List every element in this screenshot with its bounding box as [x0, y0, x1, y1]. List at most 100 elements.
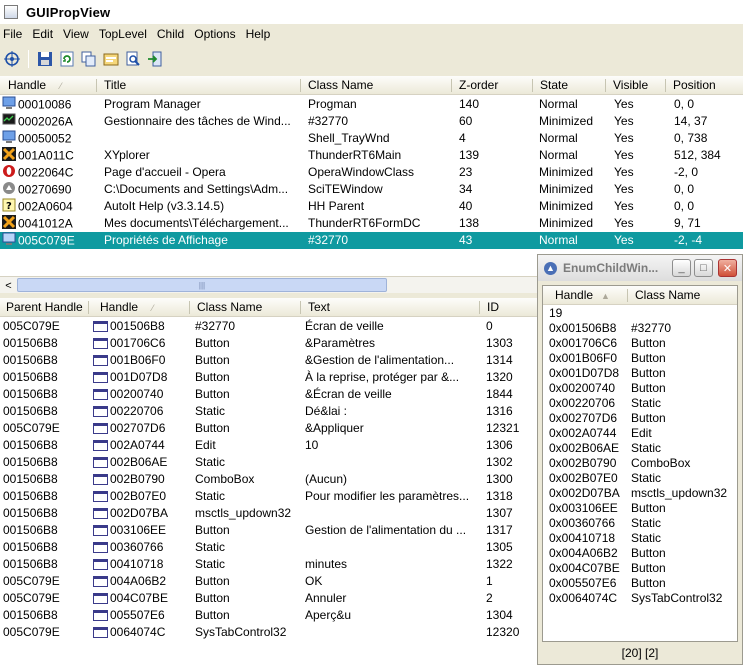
list-item[interactable]: 0x004A06B2 Button	[543, 546, 737, 561]
menu-toplevel[interactable]: TopLevel	[96, 27, 154, 41]
menu-view[interactable]: View	[60, 27, 96, 41]
column-header-position[interactable]: Position	[667, 76, 743, 95]
list-item[interactable]: 0x00200740 Button	[543, 381, 737, 396]
table-row[interactable]: 001A011C XYplorer ThunderRT6Main 139 Normal Y…	[0, 147, 743, 164]
exit-icon[interactable]	[145, 49, 165, 69]
table-row[interactable]: 001506B8 00220706 Static Dé&lai : 1316	[0, 403, 537, 420]
table-row[interactable]: 001506B8 00410718 Static minutes 1322	[0, 556, 537, 573]
cell-position: -2, -4	[674, 233, 703, 247]
menu-child[interactable]: Child	[154, 27, 191, 41]
column-header-class-name[interactable]: Class Name	[302, 76, 450, 95]
list-item[interactable]: 0x005507E6 Button	[543, 576, 737, 591]
table-row[interactable]: 005C079E 0064074C SysTabControl32 12320	[0, 624, 537, 641]
table-row[interactable]: ? 002A0604 AutoIt Help (v3.3.14.5) HH Paren…	[0, 198, 743, 215]
column-header-zorder[interactable]: Z-order	[453, 76, 531, 95]
table-row[interactable]: 001506B8 001B06F0 Button &Gestion de l'alim…	[0, 352, 537, 369]
cell-parent-handle: 001506B8	[3, 353, 58, 367]
list-item[interactable]: 19	[543, 306, 737, 321]
table-row[interactable]: 005C079E Propriétés de Affichage #32770 43 N…	[0, 232, 743, 249]
enum-child-list[interactable]: Handle ▲ Class Name 19 0x001506B8 #32770 0x0…	[542, 285, 738, 642]
cell-class-name: Button	[631, 546, 666, 560]
table-row[interactable]: 001506B8 002A0744 Edit 10 1306	[0, 437, 537, 454]
table-row[interactable]: 001506B8 002B0790 ComboBox (Aucun) 1300	[0, 471, 537, 488]
table-row[interactable]: 005C079E 002707D6 Button &Appliquer 12321	[0, 420, 537, 437]
table-row[interactable]: 001506B8 003106EE Button Gestion de l'alime…	[0, 522, 537, 539]
column-header-handle[interactable]: Handle ⁄	[2, 76, 97, 95]
list-item[interactable]: 0x002B0790 ComboBox	[543, 456, 737, 471]
table-row[interactable]: 00050052 Shell_TrayWnd 4 Normal Yes 0, 738	[0, 130, 743, 147]
cell-id: 1844	[486, 387, 513, 401]
list-item[interactable]: 0x002A0744 Edit	[543, 426, 737, 441]
scroll-left-icon[interactable]: <	[0, 277, 17, 294]
table-row[interactable]: 00270690 C:\Documents and Settings\Adm...…	[0, 181, 743, 198]
toplevel-windows-list[interactable]: Handle ⁄ Title Class Name Z-order State V…	[0, 76, 743, 276]
table-row[interactable]: 001506B8 002B06AE Static 1302	[0, 454, 537, 471]
table-row[interactable]: 005C079E 004C07BE Button Annuler 2	[0, 590, 537, 607]
child-windows-list[interactable]: Parent Handle Handle ⁄ Class Name Text ID…	[0, 298, 537, 665]
cell-visible: Yes	[614, 216, 634, 230]
column-header-state[interactable]: State	[534, 76, 604, 95]
list-item[interactable]: 0x0064074C SysTabControl32	[543, 591, 737, 606]
menu-help[interactable]: Help	[243, 27, 278, 41]
list-item[interactable]: 0x00220706 Static	[543, 396, 737, 411]
list-item[interactable]: 0x00410718 Static	[543, 531, 737, 546]
program-manager-icon	[2, 130, 18, 147]
menu-edit[interactable]: Edit	[29, 27, 60, 41]
cell-id: 1314	[486, 353, 513, 367]
table-row[interactable]: 0002026A Gestionnaire des tâches de Wind.…	[0, 113, 743, 130]
window-icon	[93, 525, 108, 537]
menu-file[interactable]: File	[0, 27, 29, 41]
close-icon[interactable]: ✕	[718, 259, 737, 277]
list-item[interactable]: 0x001B06F0 Button	[543, 351, 737, 366]
refresh-icon[interactable]	[57, 49, 77, 69]
table-row[interactable]: 005C079E 004A06B2 Button OK 1	[0, 573, 537, 590]
column-header-parent-handle[interactable]: Parent Handle	[0, 298, 88, 317]
table-row[interactable]: 0022064C Page d'accueil - Opera OperaWindo…	[0, 164, 743, 181]
list-item[interactable]: 0x00360766 Static	[543, 516, 737, 531]
dialog-title-bar[interactable]: ▲ EnumChildWin... _ □ ✕	[538, 255, 742, 281]
copy-icon[interactable]	[79, 49, 99, 69]
cell-handle: 0041012A	[2, 215, 97, 232]
window-icon	[93, 610, 108, 622]
table-row[interactable]: 00010086 Program Manager Progman 140 Normal Y…	[0, 96, 743, 113]
list-item[interactable]: 0x002707D6 Button	[543, 411, 737, 426]
save-icon[interactable]	[35, 49, 55, 69]
menu-options[interactable]: Options	[191, 27, 242, 41]
scrollbar-thumb[interactable]: |||	[17, 278, 387, 292]
crosshair-icon[interactable]	[2, 49, 22, 69]
column-header-handle[interactable]: Handle ⁄	[94, 298, 189, 317]
list-item[interactable]: 0x002D07BA msctls_updown32	[543, 486, 737, 501]
table-row[interactable]: 001506B8 001D07D8 Button À la reprise, prot…	[0, 369, 537, 386]
minimize-icon[interactable]: _	[672, 259, 691, 277]
list-item[interactable]: 0x003106EE Button	[543, 501, 737, 516]
properties-icon[interactable]	[101, 49, 121, 69]
list-item[interactable]: 0x001506B8 #32770	[543, 321, 737, 336]
table-row[interactable]: 001506B8 005507E6 Button Aperç&u 1304	[0, 607, 537, 624]
list-item[interactable]: 0x002B06AE Static	[543, 441, 737, 456]
list-item[interactable]: 0x004C07BE Button	[543, 561, 737, 576]
maximize-icon[interactable]: □	[694, 259, 713, 277]
list-item[interactable]: 0x002B07E0 Static	[543, 471, 737, 486]
table-row[interactable]: 001506B8 00360766 Static 1305	[0, 539, 537, 556]
column-header-visible[interactable]: Visible	[607, 76, 663, 95]
cell-text: (Aucun)	[305, 472, 348, 486]
column-header-handle[interactable]: Handle ▲	[549, 286, 627, 305]
column-header-class-name[interactable]: Class Name	[629, 286, 737, 305]
cell-handle: 0x0064074C	[549, 591, 618, 605]
cell-class-name: Static	[631, 471, 662, 485]
table-row[interactable]: 001506B8 002D07BA msctls_updown32 1307	[0, 505, 537, 522]
table-row[interactable]: 001506B8 00200740 Button &Écran de veille 18…	[0, 386, 537, 403]
column-header-text[interactable]: Text	[302, 298, 478, 317]
table-row[interactable]: 0041012A Mes documents\Téléchargement... T…	[0, 215, 743, 232]
enum-child-windows-dialog[interactable]: ▲ EnumChildWin... _ □ ✕ Handle ▲ Class Na…	[537, 254, 743, 665]
column-header-class-name[interactable]: Class Name	[191, 298, 299, 317]
column-header-title[interactable]: Title	[98, 76, 298, 95]
column-header-id[interactable]: ID	[481, 298, 537, 317]
list-item[interactable]: 0x001706C6 Button	[543, 336, 737, 351]
handle-text: 001B06F0	[110, 353, 166, 367]
table-row[interactable]: 005C079E 001506B8 #32770 Écran de veille 0	[0, 318, 537, 335]
table-row[interactable]: 001506B8 001706C6 Button &Paramètres 1303	[0, 335, 537, 352]
list-item[interactable]: 0x001D07D8 Button	[543, 366, 737, 381]
table-row[interactable]: 001506B8 002B07E0 Static Pour modifier les …	[0, 488, 537, 505]
find-icon[interactable]	[123, 49, 143, 69]
